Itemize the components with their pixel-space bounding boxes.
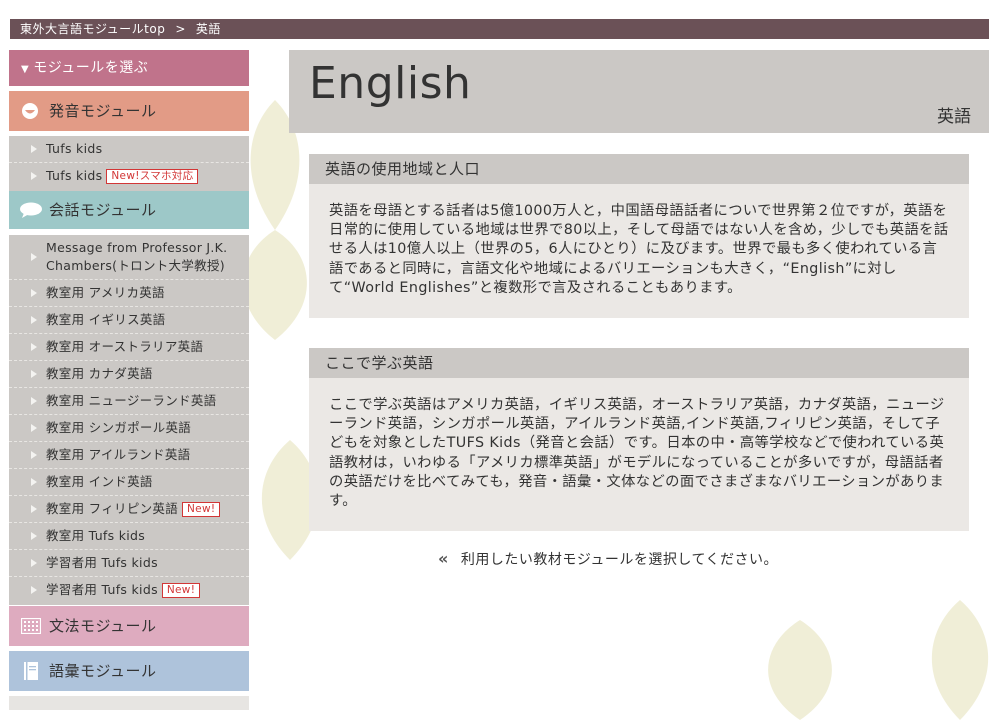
section-body: ここで学ぶ英語はアメリカ英語，イギリス英語，オーストラリア英語，カナダ英語，ニュ… [329, 397, 945, 510]
sidebar-item-tufs-kids[interactable]: Tufs kids [9, 136, 249, 163]
select-prompt-text: 利用したい教材モジュールを選択してください。 [460, 552, 779, 568]
arrow-right-icon [31, 505, 37, 513]
pronunciation-sub-list: Tufs kids Tufs kids New!スマホ対応 [9, 136, 249, 191]
sidebar: ▼ モジュールを選ぶ 発音モジュール Tufs kids Tufs kids New… [9, 50, 249, 710]
learned-english-section: ここで学ぶ英語 ここで学ぶ英語はアメリカ英語，イギリス英語，オーストラリア英語，… [309, 348, 969, 532]
grammar-module-label: 文法モジュール [49, 617, 157, 635]
speech-bubble-icon [20, 202, 42, 218]
grammar-module-header[interactable]: 文法モジュール [9, 606, 249, 646]
sidebar-item-label: 教室用 カナダ英語 [46, 366, 153, 381]
arrow-right-icon [31, 478, 37, 486]
sidebar-item-philippine-english[interactable]: 教室用 フィリピン英語 New! [9, 496, 249, 523]
mouth-icon [22, 103, 38, 119]
arrow-right-icon [31, 172, 37, 180]
sidebar-item-tufs-kids-smartphone[interactable]: Tufs kids New!スマホ対応 [9, 163, 249, 189]
sidebar-item-label: 学習者用 Tufs kids [46, 582, 158, 597]
breadcrumb-current: 英語 [195, 22, 221, 36]
arrow-right-icon [31, 559, 37, 567]
sidebar-item-label: 教室用 フィリピン英語 [46, 501, 179, 516]
sidebar-item-label: 教室用 オーストラリア英語 [46, 339, 204, 354]
page-title: English [309, 58, 472, 109]
sidebar-item-label: Tufs kids [46, 141, 103, 156]
usage-population-section: 英語の使用地域と人口 英語を母語とする話者は5億1000万人と，中国語母語話者に… [309, 154, 969, 319]
sidebar-item-learner-tufs-kids[interactable]: 学習者用 Tufs kids [9, 550, 249, 577]
triangle-down-icon: ▼ [21, 64, 30, 75]
section-heading: ここで学ぶ英語 [309, 348, 969, 378]
leaf-decoration [931, 600, 989, 720]
sidebar-item-irish-english[interactable]: 教室用 アイルランド英語 [9, 442, 249, 469]
arrow-right-icon [31, 586, 37, 594]
sidebar-item-message-professor[interactable]: Message from Professor J.K. Chambers(トロン… [9, 235, 249, 280]
sidebar-item-classroom-tufs-kids[interactable]: 教室用 Tufs kids [9, 523, 249, 550]
new-badge: New! [182, 502, 221, 517]
sidebar-item-label: 教室用 シンガポール英語 [46, 420, 192, 435]
new-badge: New! [161, 583, 201, 598]
page-title-box: English 英語 [289, 50, 989, 133]
arrow-right-icon [31, 343, 37, 351]
sidebar-item-british-english[interactable]: 教室用 イギリス英語 [9, 307, 249, 334]
arrow-right-icon [31, 316, 37, 324]
arrow-right-icon [31, 532, 37, 540]
vocabulary-module-label: 語彙モジュール [49, 662, 157, 680]
sidebar-item-label: Tufs kids [46, 168, 103, 183]
select-prompt: « 利用したい教材モジュールを選択してください。 [438, 549, 778, 569]
sidebar-item-label: 教室用 Tufs kids [46, 528, 146, 543]
breadcrumb-separator: > [175, 22, 186, 36]
conversation-module-label: 会話モジュール [49, 201, 157, 219]
sidebar-item-label: 教室用 アメリカ英語 [46, 285, 165, 300]
double-chevron-left-icon: « [438, 549, 449, 568]
page-subtitle: 英語 [937, 107, 971, 127]
leaf-decoration [768, 620, 832, 720]
breadcrumb-home-link[interactable]: 東外大言語モジュールtop [20, 22, 165, 36]
sidebar-item-label: 教室用 インド英語 [46, 474, 153, 489]
new-badge: New!スマホ対応 [106, 169, 199, 184]
sidebar-item-american-english[interactable]: 教室用 アメリカ英語 [9, 280, 249, 307]
arrow-right-icon [31, 397, 37, 405]
sidebar-item-label: 教室用 イギリス英語 [46, 312, 166, 327]
sidebar-item-learner-tufs-kids-new[interactable]: 学習者用 Tufs kids New! [9, 577, 249, 603]
pronunciation-module-label: 発音モジュール [49, 102, 157, 120]
vocabulary-module-header[interactable]: 語彙モジュール [9, 651, 249, 691]
sidebar-item-australian-english[interactable]: 教室用 オーストラリア英語 [9, 334, 249, 361]
pronunciation-module-header[interactable]: 発音モジュール [9, 91, 249, 131]
grid-icon [21, 618, 41, 634]
sidebar-item-new-zealand-english[interactable]: 教室用 ニュージーランド英語 [9, 388, 249, 415]
notebook-icon [24, 662, 38, 680]
breadcrumb: 東外大言語モジュールtop > 英語 [10, 19, 989, 39]
arrow-right-icon [31, 451, 37, 459]
sidebar-item-label: 学習者用 Tufs kids [46, 555, 158, 570]
module-select-header[interactable]: ▼ モジュールを選ぶ [9, 50, 249, 86]
conversation-module-header[interactable]: 会話モジュール [9, 191, 249, 229]
sidebar-item-canadian-english[interactable]: 教室用 カナダ英語 [9, 361, 249, 388]
sidebar-item-label: Message from Professor J.K. Chambers(トロン… [46, 240, 228, 273]
module-select-label: モジュールを選ぶ [33, 60, 149, 76]
sidebar-bottom-panel [9, 696, 249, 710]
arrow-right-icon [31, 424, 37, 432]
sidebar-item-label: 教室用 ニュージーランド英語 [46, 393, 217, 408]
section-heading: 英語の使用地域と人口 [309, 154, 969, 184]
arrow-right-icon [31, 145, 37, 153]
sidebar-item-label: 教室用 アイルランド英語 [46, 447, 191, 462]
arrow-right-icon [31, 289, 37, 297]
arrow-right-icon [31, 253, 37, 261]
arrow-right-icon [31, 370, 37, 378]
conversation-sub-list: Message from Professor J.K. Chambers(トロン… [9, 235, 249, 605]
section-body: 英語を母語とする話者は5億1000万人と，中国語母語話者についで世界第２位ですが… [329, 203, 949, 296]
sidebar-item-singapore-english[interactable]: 教室用 シンガポール英語 [9, 415, 249, 442]
sidebar-item-indian-english[interactable]: 教室用 インド英語 [9, 469, 249, 496]
